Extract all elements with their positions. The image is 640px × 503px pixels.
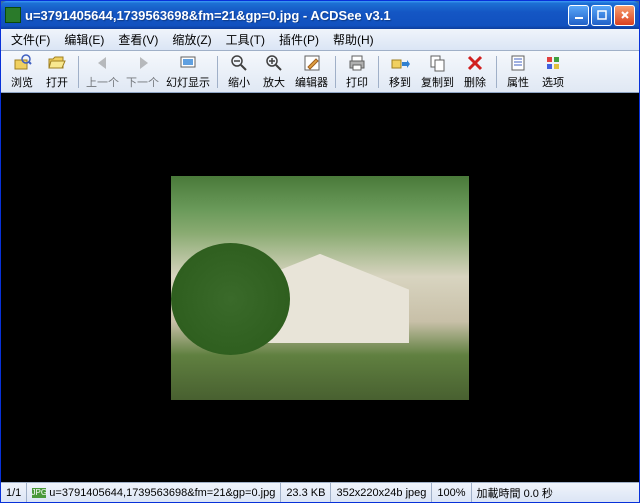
window-title: u=3791405644,1739563698&fm=21&gp=0.jpg -… [25,8,568,23]
move-icon [390,53,410,73]
arrow-left-icon [93,53,113,73]
open-button[interactable]: 打开 [40,53,74,91]
moveto-button[interactable]: 移到 [383,53,417,91]
toolbar: 浏览 打开 上一个 下一个 幻灯显示 缩小 放大 编辑器 [1,51,639,93]
zoom-out-icon [229,53,249,73]
statusbar: 1/1 JPG u=3791405644,1739563698&fm=21&gp… [1,482,639,502]
menu-edit[interactable]: 编辑(E) [58,29,110,50]
menu-tools[interactable]: 工具(T) [220,29,271,50]
menubar: 文件(F) 编辑(E) 查看(V) 缩放(Z) 工具(T) 插件(P) 帮助(H… [1,29,639,51]
editor-icon [302,53,322,73]
separator [378,56,379,88]
options-icon [543,53,563,73]
separator [496,56,497,88]
minimize-button[interactable] [568,5,589,26]
image-viewer[interactable] [1,93,639,482]
next-button: 下一个 [123,53,162,91]
status-filesize: 23.3 KB [281,483,331,502]
properties-button[interactable]: 属性 [501,53,535,91]
copy-icon [428,53,448,73]
menu-view[interactable]: 查看(V) [112,29,164,50]
properties-icon [508,53,528,73]
copyto-button[interactable]: 复制到 [418,53,457,91]
browse-button[interactable]: 浏览 [5,53,39,91]
zoomout-button[interactable]: 缩小 [222,53,256,91]
app-icon [5,7,21,23]
titlebar: u=3791405644,1739563698&fm=21&gp=0.jpg -… [1,1,639,29]
slideshow-icon [178,53,198,73]
print-button[interactable]: 打印 [340,53,374,91]
status-loadtime: 加載時間 0.0 秒 [472,483,639,502]
close-button[interactable] [614,5,635,26]
status-zoom: 100% [432,483,471,502]
status-position: 1/1 [1,483,27,502]
status-dimensions: 352x220x24b jpeg [331,483,432,502]
zoomin-button[interactable]: 放大 [257,53,291,91]
filetype-icon: JPG [32,488,46,498]
menu-file[interactable]: 文件(F) [5,29,56,50]
zoom-in-icon [264,53,284,73]
slideshow-button[interactable]: 幻灯显示 [163,53,213,91]
printer-icon [347,53,367,73]
delete-button[interactable]: 删除 [458,53,492,91]
open-folder-icon [47,53,67,73]
editor-button[interactable]: 编辑器 [292,53,331,91]
separator [217,56,218,88]
displayed-image [171,176,469,400]
separator [78,56,79,88]
options-button[interactable]: 选项 [536,53,570,91]
status-filename: JPG u=3791405644,1739563698&fm=21&gp=0.j… [27,483,281,502]
arrow-right-icon [133,53,153,73]
menu-help[interactable]: 帮助(H) [327,29,380,50]
menu-plugins[interactable]: 插件(P) [273,29,325,50]
separator [335,56,336,88]
magnifier-folder-icon [12,53,32,73]
menu-zoom[interactable]: 缩放(Z) [166,29,217,50]
prev-button: 上一个 [83,53,122,91]
maximize-button[interactable] [591,5,612,26]
delete-icon [465,53,485,73]
